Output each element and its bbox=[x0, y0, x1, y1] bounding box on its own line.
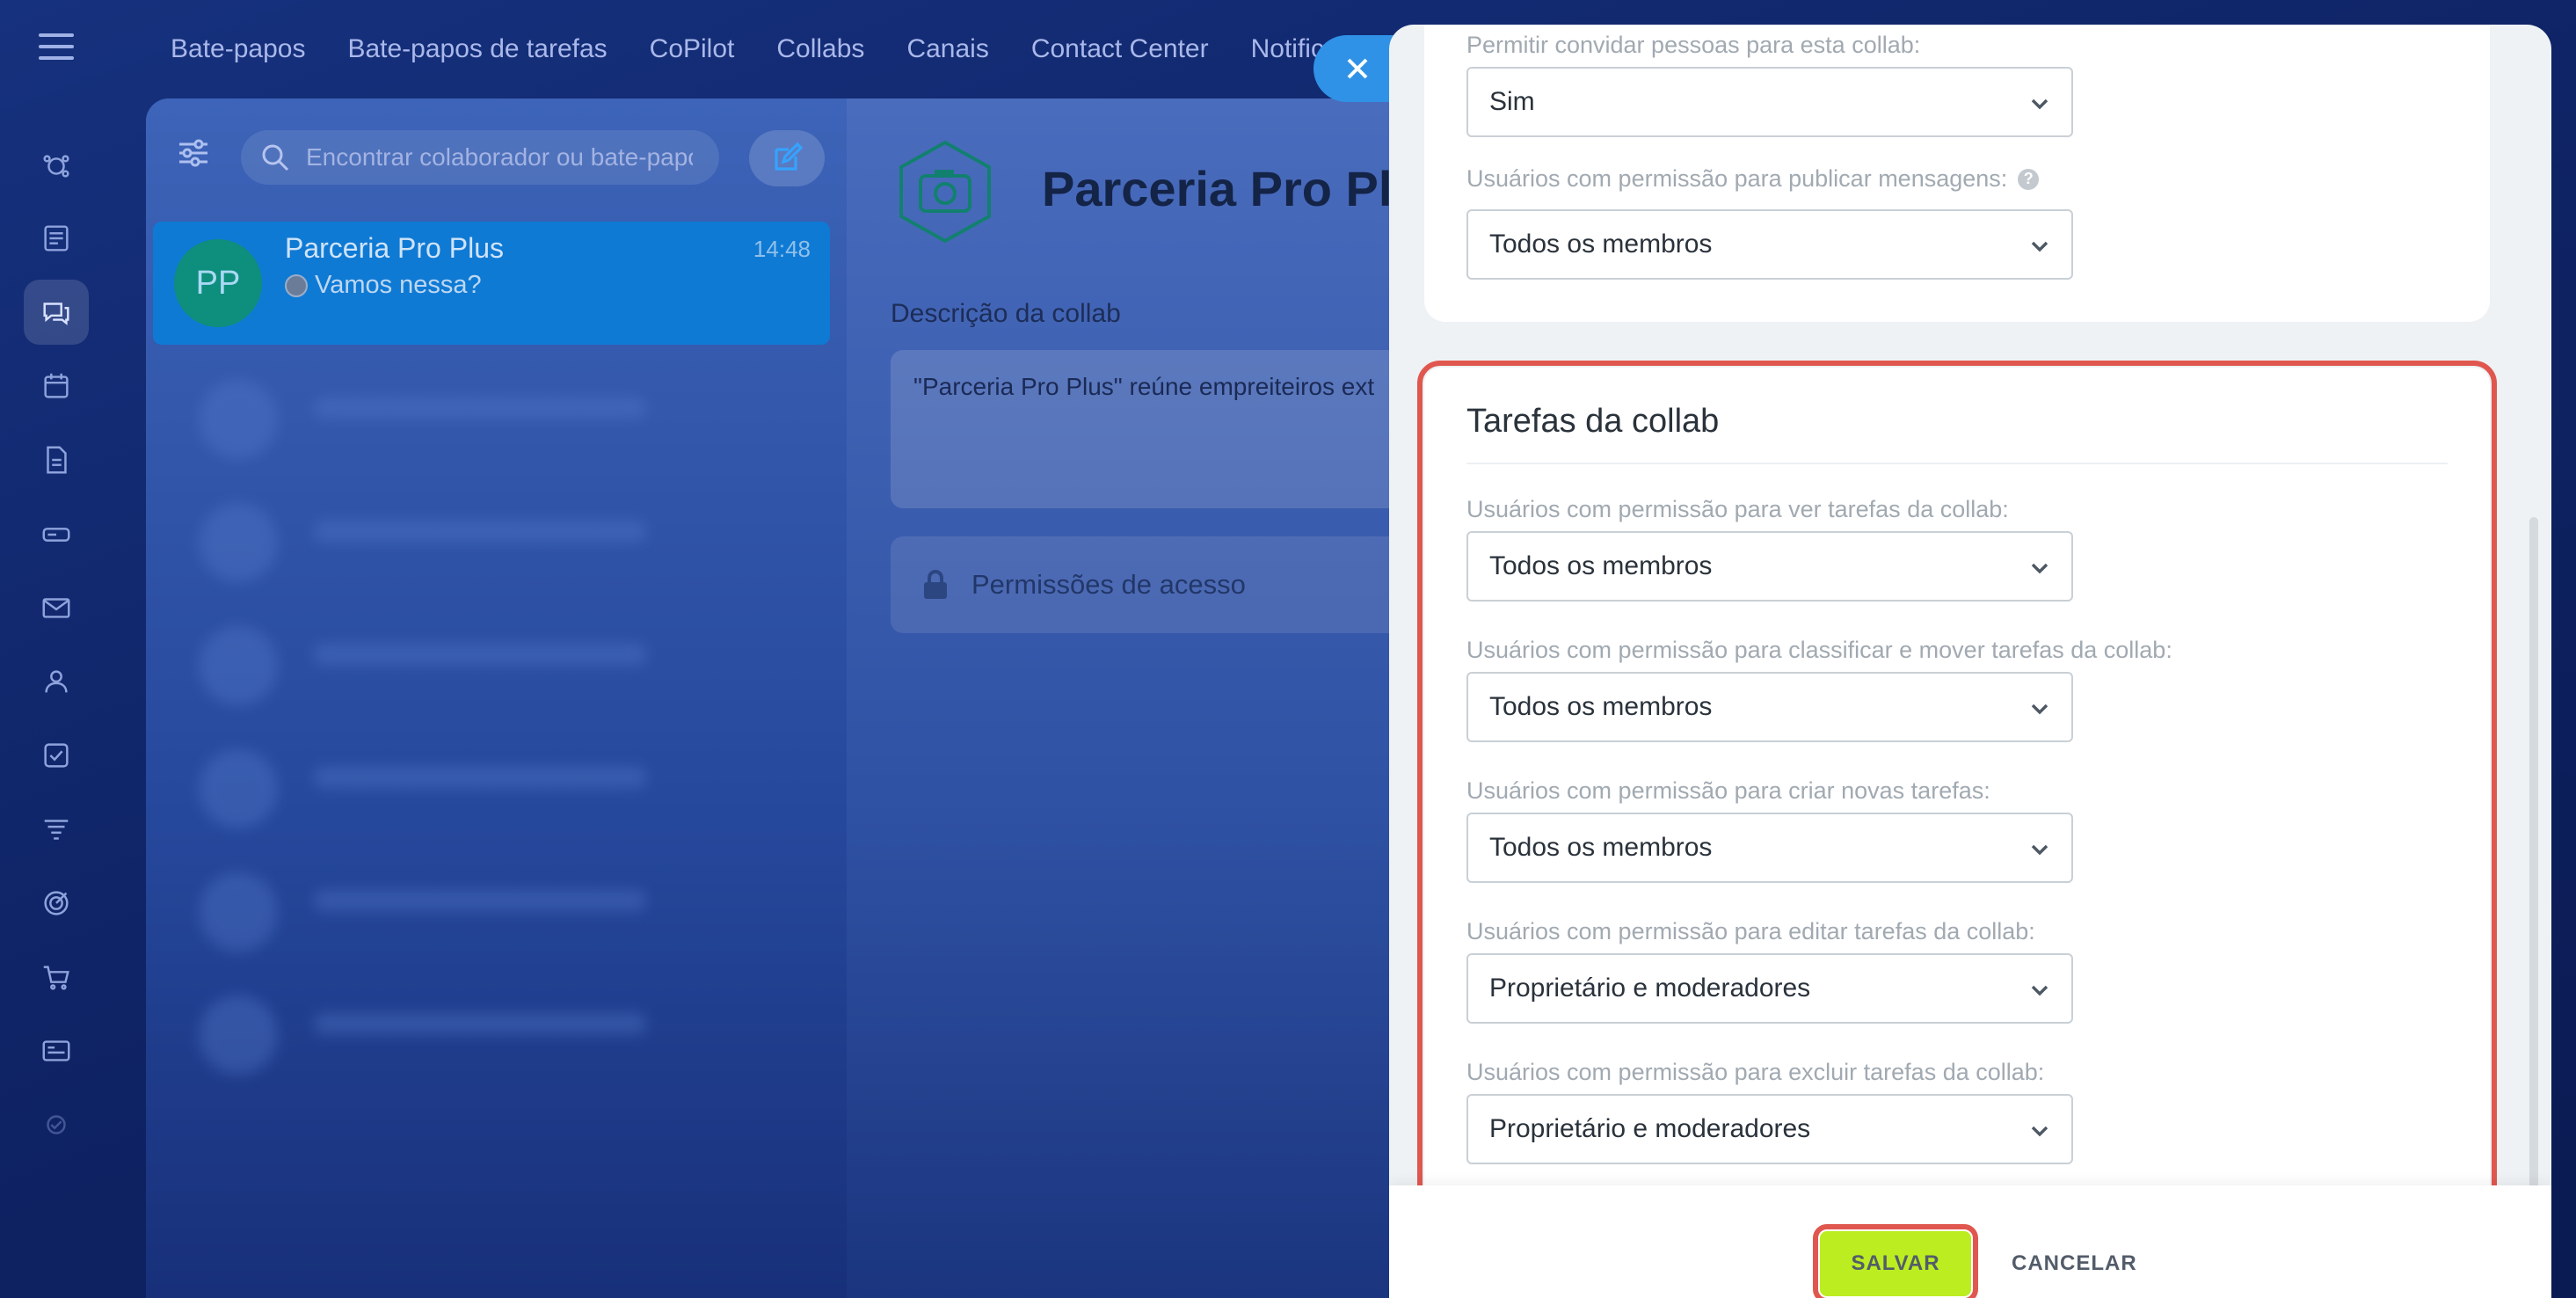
lock-icon bbox=[924, 570, 947, 599]
drive-icon[interactable] bbox=[24, 501, 89, 566]
sender-avatar bbox=[285, 273, 308, 297]
search-input[interactable] bbox=[306, 143, 693, 171]
chat-icon[interactable] bbox=[24, 280, 89, 345]
create-tasks-label: Usuários com permissão para criar novas … bbox=[1466, 777, 1990, 804]
section-title: Tarefas da collab bbox=[1466, 403, 1720, 440]
list-item[interactable] bbox=[181, 732, 797, 828]
invite-permission-select[interactable]: Sim bbox=[1466, 67, 2073, 137]
search-icon bbox=[262, 144, 289, 171]
nav-tab-contact-center[interactable]: Contact Center bbox=[1031, 34, 1209, 64]
edit-tasks-value: Proprietário e moderadores bbox=[1489, 974, 1811, 1003]
search-box bbox=[241, 130, 719, 185]
edit-tasks-select[interactable]: Proprietário e moderadores bbox=[1466, 953, 2073, 1024]
people-icon[interactable] bbox=[24, 649, 89, 714]
filter-settings-icon[interactable] bbox=[176, 135, 211, 171]
create-tasks-select[interactable]: Todos os membros bbox=[1466, 813, 2073, 883]
publish-permission-label: Usuários com permissão para publicar men… bbox=[1466, 165, 2008, 192]
delete-tasks-label: Usuários com permissão para excluir tare… bbox=[1466, 1059, 2045, 1085]
chevron-down-icon bbox=[2031, 563, 2048, 574]
scrollbar[interactable] bbox=[2529, 517, 2538, 1194]
new-chat-button[interactable] bbox=[749, 130, 825, 186]
delete-tasks-select[interactable]: Proprietário e moderadores bbox=[1466, 1094, 2073, 1164]
sort-tasks-value: Todos os membros bbox=[1489, 692, 1713, 721]
invite-permission-label: Permitir convidar pessoas para esta coll… bbox=[1466, 32, 1921, 58]
close-button[interactable] bbox=[1313, 35, 1401, 102]
feed-icon[interactable] bbox=[24, 134, 89, 199]
invite-permission-value: Sim bbox=[1489, 87, 1535, 116]
chevron-down-icon bbox=[2031, 241, 2048, 252]
chat-item-message: Vamos nessa? bbox=[315, 271, 482, 299]
description-text[interactable]: "Parceria Pro Plus" reúne empreiteiros e… bbox=[891, 350, 1412, 508]
general-settings-card: Permitir convidar pessoas para esta coll… bbox=[1424, 25, 2490, 322]
document-icon[interactable] bbox=[24, 427, 89, 492]
chat-detail: Parceria Pro Plus Descrição da collab "P… bbox=[847, 98, 1412, 1298]
card-icon[interactable] bbox=[24, 1018, 89, 1083]
chevron-down-icon bbox=[2031, 704, 2048, 715]
nav-tab-collabs[interactable]: Collabs bbox=[776, 34, 864, 64]
edit-tasks-label: Usuários com permissão para editar taref… bbox=[1466, 918, 2035, 944]
access-permissions-label: Permissões de acesso bbox=[971, 569, 1246, 600]
nav-tab-task-chats[interactable]: Bate-papos de tarefas bbox=[347, 34, 607, 64]
left-sidebar bbox=[0, 0, 113, 1298]
target-icon[interactable] bbox=[24, 871, 89, 936]
help-icon[interactable]: ? bbox=[2018, 168, 2040, 190]
nav-tab-chats[interactable]: Bate-papos bbox=[171, 34, 305, 64]
sort-tasks-label: Usuários com permissão para classificar … bbox=[1466, 637, 2172, 663]
publish-permission-value: Todos os membros bbox=[1489, 230, 1713, 259]
settings-icon[interactable] bbox=[24, 1092, 89, 1157]
view-tasks-select[interactable]: Todos os membros bbox=[1466, 531, 2073, 602]
tasks-icon[interactable] bbox=[24, 723, 89, 788]
list-item[interactable] bbox=[181, 362, 797, 459]
chat-panel: PP Parceria Pro Plus 14:48 Vamos nessa? … bbox=[146, 98, 1412, 1298]
chat-item-preview: Vamos nessa? bbox=[285, 271, 482, 300]
collab-settings-panel: Permitir convidar pessoas para esta coll… bbox=[1389, 25, 2551, 1298]
news-icon[interactable] bbox=[24, 206, 89, 271]
compose-icon bbox=[775, 142, 804, 171]
top-navigation: Bate-papos Bate-papos de tarefas CoPilot… bbox=[171, 30, 1352, 69]
list-item[interactable] bbox=[181, 855, 797, 952]
close-icon bbox=[1347, 58, 1368, 79]
delete-tasks-value: Proprietário e moderadores bbox=[1489, 1114, 1811, 1143]
nav-tab-copilot[interactable]: CoPilot bbox=[650, 34, 735, 64]
create-tasks-value: Todos os membros bbox=[1489, 833, 1713, 862]
view-tasks-label: Usuários com permissão para ver tarefas … bbox=[1466, 496, 2009, 522]
menu-icon[interactable] bbox=[39, 33, 74, 60]
camera-icon[interactable] bbox=[891, 137, 1000, 246]
list-item[interactable] bbox=[181, 609, 797, 705]
view-tasks-value: Todos os membros bbox=[1489, 551, 1713, 580]
panel-footer: SALVAR CANCELAR bbox=[1389, 1185, 2551, 1298]
sort-tasks-select[interactable]: Todos os membros bbox=[1466, 672, 2073, 742]
list-item[interactable] bbox=[181, 978, 797, 1075]
chevron-down-icon bbox=[2031, 98, 2048, 110]
cancel-button[interactable]: CANCELAR bbox=[1996, 1231, 2153, 1296]
chevron-down-icon bbox=[2031, 1126, 2048, 1137]
publish-permission-select[interactable]: Todos os membros bbox=[1466, 209, 2073, 280]
cart-icon[interactable] bbox=[24, 944, 89, 1010]
chat-item-time: 14:48 bbox=[753, 236, 811, 262]
description-label: Descrição da collab bbox=[891, 299, 1121, 328]
filter-icon[interactable] bbox=[24, 797, 89, 862]
mail-icon[interactable] bbox=[24, 575, 89, 640]
divider bbox=[1466, 463, 2448, 464]
save-button[interactable]: SALVAR bbox=[1813, 1224, 1978, 1298]
collab-tasks-card: Tarefas da collab Usuários com permissão… bbox=[1417, 361, 2497, 1210]
chat-item-name: Parceria Pro Plus bbox=[285, 232, 504, 264]
collab-title: Parceria Pro Plus bbox=[1042, 161, 1412, 216]
publish-permission-label-row: Usuários com permissão para publicar men… bbox=[1466, 165, 2040, 193]
nav-tab-channels[interactable]: Canais bbox=[906, 34, 988, 64]
chevron-down-icon bbox=[2031, 985, 2048, 996]
chat-list: PP Parceria Pro Plus 14:48 Vamos nessa? bbox=[146, 98, 847, 1298]
chevron-down-icon bbox=[2031, 844, 2048, 856]
access-permissions-row[interactable]: Permissões de acesso bbox=[891, 536, 1412, 633]
avatar: PP bbox=[174, 239, 262, 327]
list-item[interactable] bbox=[181, 485, 797, 582]
chat-item-active[interactable]: PP Parceria Pro Plus 14:48 Vamos nessa? bbox=[153, 222, 830, 345]
calendar-icon[interactable] bbox=[24, 354, 89, 419]
